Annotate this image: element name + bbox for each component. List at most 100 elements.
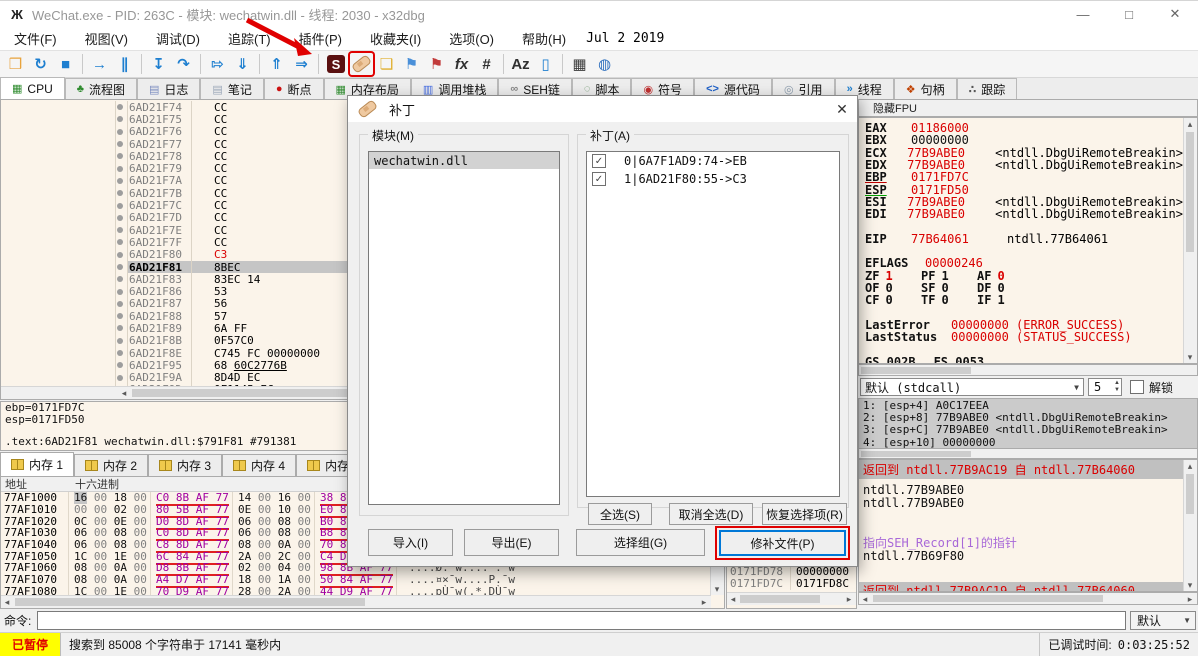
register-row[interactable]: EDI 77B9ABE0 <ntdll.DbgUiRemoteBreakin> bbox=[865, 207, 1183, 221]
dialog-close-icon[interactable]: ✕ bbox=[827, 101, 857, 118]
comments-icon[interactable]: ❏ bbox=[375, 53, 398, 75]
scroll-right-icon[interactable]: ▸ bbox=[843, 593, 855, 605]
scroll-down-icon[interactable]: ▾ bbox=[1184, 579, 1196, 591]
run-to-user-code-icon[interactable]: ⇰ bbox=[206, 53, 229, 75]
tab-句柄[interactable]: ❖ 句柄 bbox=[893, 78, 957, 99]
argument-row[interactable]: 2: [esp+8] 77B9ABE0 <ntdll.DbgUiRemoteBr… bbox=[859, 411, 1197, 424]
argument-row[interactable]: 4: [esp+10] 00000000 bbox=[859, 436, 1197, 449]
register-row[interactable]: EAX 01186000 bbox=[865, 122, 1183, 135]
breakpoint-dot-icon[interactable] bbox=[117, 202, 123, 209]
breakpoint-dot-icon[interactable] bbox=[117, 313, 123, 320]
tab-笔记[interactable]: ▤ 笔记 bbox=[200, 78, 264, 99]
scroll-left-icon[interactable]: ◂ bbox=[859, 593, 871, 605]
hide-fpu-button[interactable]: 隐藏FPU bbox=[873, 100, 917, 116]
register-row[interactable]: ESI 77B9ABE0 <ntdll.DbgUiRemoteBreakin> bbox=[865, 195, 1183, 209]
menu-item-2[interactable]: 视图(V) bbox=[71, 29, 142, 48]
calculator-icon[interactable]: ▦ bbox=[568, 53, 591, 75]
breakpoint-dot-icon[interactable] bbox=[117, 239, 123, 246]
flags-row[interactable]: ZF 1 PF 1 AF 0 bbox=[865, 269, 1183, 283]
scroll-up-icon[interactable]: ▴ bbox=[1184, 460, 1196, 472]
argument-row[interactable]: 1: [esp+4] A0C17EEA bbox=[859, 399, 1197, 412]
command-profile-select[interactable]: 默认 ▼ bbox=[1130, 611, 1196, 630]
return-to-line[interactable]: 返回到 ntdll.77B9AC19 自 ntdll.77B64060 bbox=[859, 460, 1184, 479]
scroll-left-icon[interactable]: ◂ bbox=[727, 593, 739, 605]
breakpoint-dot-icon[interactable] bbox=[117, 128, 123, 135]
restart-icon[interactable]: ↻ bbox=[29, 53, 52, 75]
breakpoint-dot-icon[interactable] bbox=[117, 104, 123, 111]
hash-icon[interactable]: # bbox=[475, 53, 498, 75]
stack-horizontal-scrollbar[interactable]: ◂ ▸ bbox=[727, 592, 856, 605]
maximize-button[interactable]: □ bbox=[1106, 1, 1152, 27]
stepper-arrows-icon[interactable]: ▲ ▼ bbox=[1114, 380, 1121, 394]
function-icon[interactable]: fx bbox=[450, 53, 473, 75]
registers-pane[interactable]: EAX 01186000 EBX 00000000 ECX 77B9ABE0 <ntdll.… bbox=[858, 117, 1198, 364]
scroll-down-icon[interactable]: ▾ bbox=[1184, 351, 1196, 363]
tab-断点[interactable]: ● 断点 bbox=[263, 78, 324, 99]
scroll-down-icon[interactable]: ▾ bbox=[711, 583, 723, 595]
menu-item-8[interactable]: 帮助(H) bbox=[508, 29, 580, 48]
execute-till-return-icon[interactable]: ⇑ bbox=[265, 53, 288, 75]
scroll-up-icon[interactable]: ▴ bbox=[1184, 118, 1196, 130]
attach-icon[interactable]: ⇒ bbox=[290, 53, 313, 75]
pause-icon[interactable]: ∥ bbox=[113, 53, 136, 75]
menu-item-3[interactable]: 调试(D) bbox=[142, 29, 214, 48]
patch-list[interactable]: ✓ 0|6A7F1AD9:74->EB ✓ 1|6AD21F80:55->C3 bbox=[586, 151, 840, 497]
module-list-item[interactable]: wechatwin.dll bbox=[369, 152, 559, 169]
breakpoint-dot-icon[interactable] bbox=[117, 374, 123, 381]
close-button[interactable]: ✕ bbox=[1152, 1, 1198, 27]
tab-CPU[interactable]: ▦ CPU bbox=[0, 77, 65, 100]
breakpoint-dot-icon[interactable] bbox=[117, 116, 123, 123]
bookmarks-icon[interactable]: ⚑ bbox=[425, 53, 448, 75]
import-button[interactable]: 导入(I) bbox=[368, 529, 453, 556]
stop-icon[interactable]: ■ bbox=[54, 53, 77, 75]
breakpoint-dot-icon[interactable] bbox=[117, 288, 123, 295]
argument-row[interactable]: 3: [esp+C] 77B9ABE0 <ntdll.DbgUiRemoteBr… bbox=[859, 423, 1197, 436]
patch-checkbox[interactable]: ✓ bbox=[592, 172, 606, 186]
disasm-operand-address[interactable]: 60C2776B bbox=[234, 359, 287, 372]
scroll-right-icon[interactable]: ▸ bbox=[1184, 593, 1196, 605]
register-row[interactable]: EDX 77B9ABE0 <ntdll.DbgUiRemoteBreakin> bbox=[865, 158, 1183, 172]
breakpoint-dot-icon[interactable] bbox=[117, 300, 123, 307]
dump-horizontal-scrollbar[interactable]: ◂ ▸ bbox=[1, 595, 711, 608]
scroll-right-icon[interactable]: ▸ bbox=[698, 596, 710, 608]
dump-row[interactable]: 77AF1070 08 00 0A 00 A4 D7 AF 77 18 00 1A 0… bbox=[1, 573, 711, 589]
modules-icon[interactable]: ▯ bbox=[534, 53, 557, 75]
calling-convention-select[interactable]: 默认 (stdcall) ▼ bbox=[860, 378, 1084, 396]
breakpoint-dot-icon[interactable] bbox=[117, 177, 123, 184]
menu-item-1[interactable]: 文件(F) bbox=[0, 29, 71, 48]
registers-vertical-scrollbar[interactable]: ▴ ▾ bbox=[1183, 118, 1197, 363]
register-row[interactable]: EBP 0171FD7C bbox=[865, 170, 1183, 184]
dump-row[interactable]: 77AF1080 1C 00 1E 00 70 D9 AF 77 28 00 2A 0… bbox=[1, 584, 711, 595]
dump-tab-4[interactable]: 内存 4 bbox=[222, 454, 297, 476]
breakpoint-dot-icon[interactable] bbox=[117, 325, 123, 332]
dialog-title-bar[interactable]: 补丁 ✕ bbox=[348, 96, 857, 122]
patch-list-item[interactable]: ✓ 1|6AD21F80:55->C3 bbox=[587, 170, 839, 188]
stack-row[interactable]: 0171FD7C 0171FD8C bbox=[727, 576, 849, 590]
patch-icon[interactable] bbox=[350, 53, 373, 75]
breakpoint-dot-icon[interactable] bbox=[117, 190, 123, 197]
open-file-icon[interactable]: ❒ bbox=[4, 53, 27, 75]
run-icon[interactable]: → bbox=[88, 53, 111, 75]
menu-item-6[interactable]: 收藏夹(I) bbox=[356, 29, 435, 48]
dump-tab-1[interactable]: 内存 1 bbox=[0, 452, 75, 476]
breakpoint-dot-icon[interactable] bbox=[117, 214, 123, 221]
breakpoint-dot-icon[interactable] bbox=[117, 251, 123, 258]
eflags-row[interactable]: EFLAGS 00000246 bbox=[865, 256, 1183, 270]
menu-item-7[interactable]: 选项(O) bbox=[435, 29, 508, 48]
register-row[interactable]: EIP 77B64061 ntdll.77B64061 bbox=[865, 232, 1183, 246]
scroll-left-icon[interactable]: ◂ bbox=[1, 596, 13, 608]
patch-list-item[interactable]: ✓ 0|6A7F1AD9:74->EB bbox=[587, 152, 839, 170]
menu-item-5[interactable]: 插件(P) bbox=[285, 29, 356, 48]
tab-日志[interactable]: ▤ 日志 bbox=[136, 78, 201, 99]
breakpoint-dot-icon[interactable] bbox=[117, 227, 123, 234]
step-out-icon[interactable]: ⇓ bbox=[231, 53, 254, 75]
command-input[interactable] bbox=[37, 611, 1126, 630]
restore-selected-button[interactable]: 恢复选择项(R) bbox=[762, 503, 847, 525]
unlock-checkbox[interactable] bbox=[1130, 380, 1144, 394]
strings-icon[interactable]: Az bbox=[509, 53, 532, 75]
module-list[interactable]: wechatwin.dll bbox=[368, 151, 560, 505]
step-into-icon[interactable]: ↧ bbox=[147, 53, 170, 75]
info-horizontal-scrollbar[interactable]: ◂ ▸ bbox=[858, 592, 1198, 605]
scylla-icon[interactable]: S bbox=[327, 55, 345, 73]
status-register-row[interactable]: LastStatus 00000000 (STATUS_SUCCESS) bbox=[865, 330, 1183, 344]
